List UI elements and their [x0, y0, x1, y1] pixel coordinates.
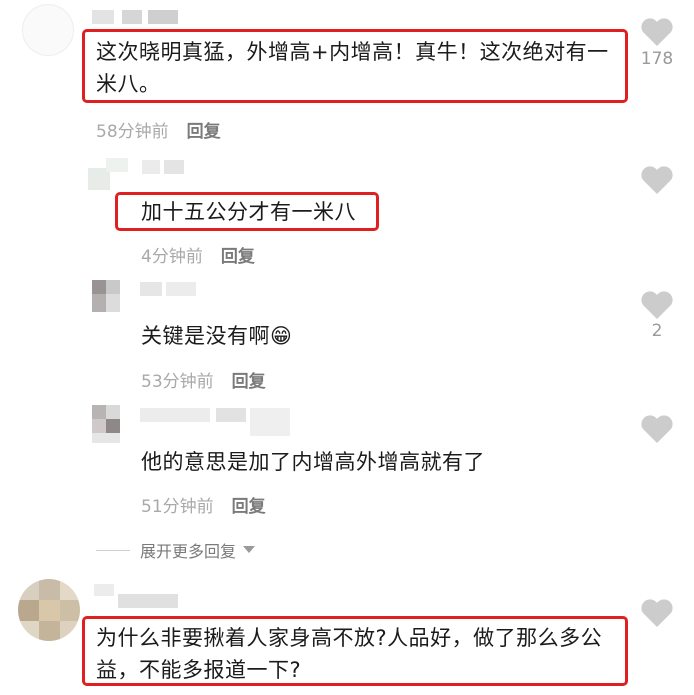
comment-time: 4分钟前	[141, 247, 203, 267]
heart-icon[interactable]	[640, 598, 674, 628]
username-blurred[interactable]	[140, 282, 200, 296]
comment-meta: 51分钟前 回复	[141, 492, 266, 517]
reply-button[interactable]: 回复	[232, 372, 266, 392]
heart-icon[interactable]	[640, 165, 674, 195]
comment-meta: 4分钟前 回复	[141, 242, 255, 267]
username-blurred[interactable]	[142, 160, 202, 174]
username-blurred[interactable]	[140, 408, 300, 438]
comment-text: 这次晓明真猛，外增高+内增高！真牛！这次绝对有一米八。	[96, 40, 609, 96]
comment-meta: 53分钟前 回复	[141, 367, 266, 392]
reply-button[interactable]: 回复	[187, 122, 221, 142]
comment-text: 关键是没有啊😁	[141, 320, 292, 352]
expand-replies-label[interactable]: 展开更多回复	[140, 538, 236, 562]
like-count: 178	[640, 49, 674, 69]
heart-icon[interactable]	[640, 17, 674, 47]
avatar[interactable]	[18, 579, 80, 641]
reply-button[interactable]: 回复	[221, 247, 255, 267]
divider	[96, 549, 130, 551]
like-count: 2	[651, 321, 663, 341]
avatar[interactable]	[92, 280, 132, 316]
heart-icon[interactable]	[640, 290, 674, 320]
chevron-down-icon	[243, 546, 256, 553]
expand-replies[interactable]: 展开更多回复	[96, 538, 256, 562]
comment-text: 他的意思是加了内增高外增高就有了	[141, 450, 485, 474]
avatar[interactable]	[88, 158, 138, 190]
grin-emoji-icon: 😁	[270, 324, 293, 348]
comment-text-body: 关键是没有啊	[141, 324, 270, 348]
comment-meta: 58分钟前 回复	[96, 117, 221, 142]
comment-time: 51分钟前	[141, 497, 214, 517]
comment-time: 58分钟前	[96, 122, 169, 142]
comment-time: 53分钟前	[141, 372, 214, 392]
comment-text: 为什么非要揪着人家身高不放?人品好，做了那么多公益，不能多报道一下?	[96, 626, 603, 682]
avatar[interactable]	[22, 4, 74, 56]
username-blurred[interactable]	[94, 584, 184, 610]
avatar[interactable]	[92, 405, 132, 445]
username-blurred[interactable]	[92, 10, 182, 24]
reply-button[interactable]: 回复	[232, 497, 266, 517]
comment-text: 加十五公分才有一米八	[141, 200, 356, 224]
heart-icon[interactable]	[640, 414, 674, 444]
